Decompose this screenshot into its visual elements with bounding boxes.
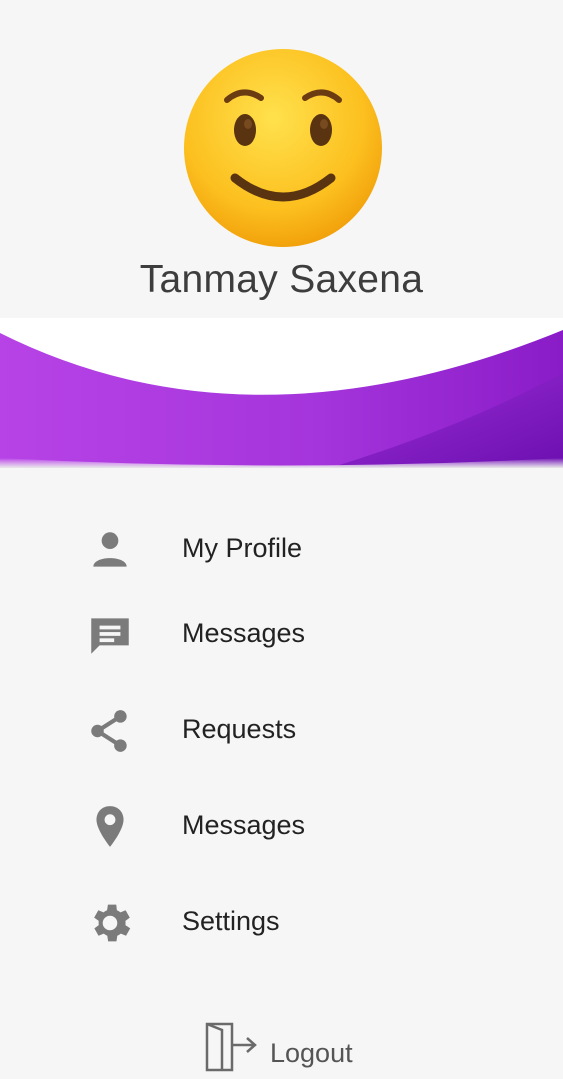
menu-item-label: Settings <box>182 906 280 936</box>
logout-button[interactable]: Logout <box>200 1020 380 1078</box>
menu-item-label: Messages <box>182 618 306 648</box>
menu-item-label: My Profile <box>182 533 303 563</box>
user-name: Tanmay Saxena <box>139 258 424 301</box>
avatar[interactable] <box>183 48 383 248</box>
navigation-drawer: Tanmay Saxena My Profile Messages Reques… <box>0 0 563 1079</box>
menu-item-label: Messages <box>182 810 306 840</box>
menu-item-messages[interactable]: Messages <box>0 590 563 670</box>
drawer-header: Tanmay Saxena <box>0 0 563 470</box>
menu-item-location-messages[interactable]: Messages <box>0 782 563 862</box>
menu-item-settings[interactable]: Settings <box>0 878 563 958</box>
menu-item-requests[interactable]: Requests <box>0 686 563 766</box>
location-pin-icon <box>96 806 124 847</box>
person-icon <box>93 532 127 567</box>
logout-label: Logout <box>270 1038 353 1068</box>
header-wave-decoration <box>0 318 563 468</box>
share-icon <box>91 710 127 752</box>
menu-item-label: Requests <box>182 714 297 744</box>
menu-item-my-profile[interactable]: My Profile <box>0 505 563 585</box>
message-icon <box>91 618 129 654</box>
logout-icon <box>205 1022 257 1072</box>
gear-icon <box>94 904 131 942</box>
